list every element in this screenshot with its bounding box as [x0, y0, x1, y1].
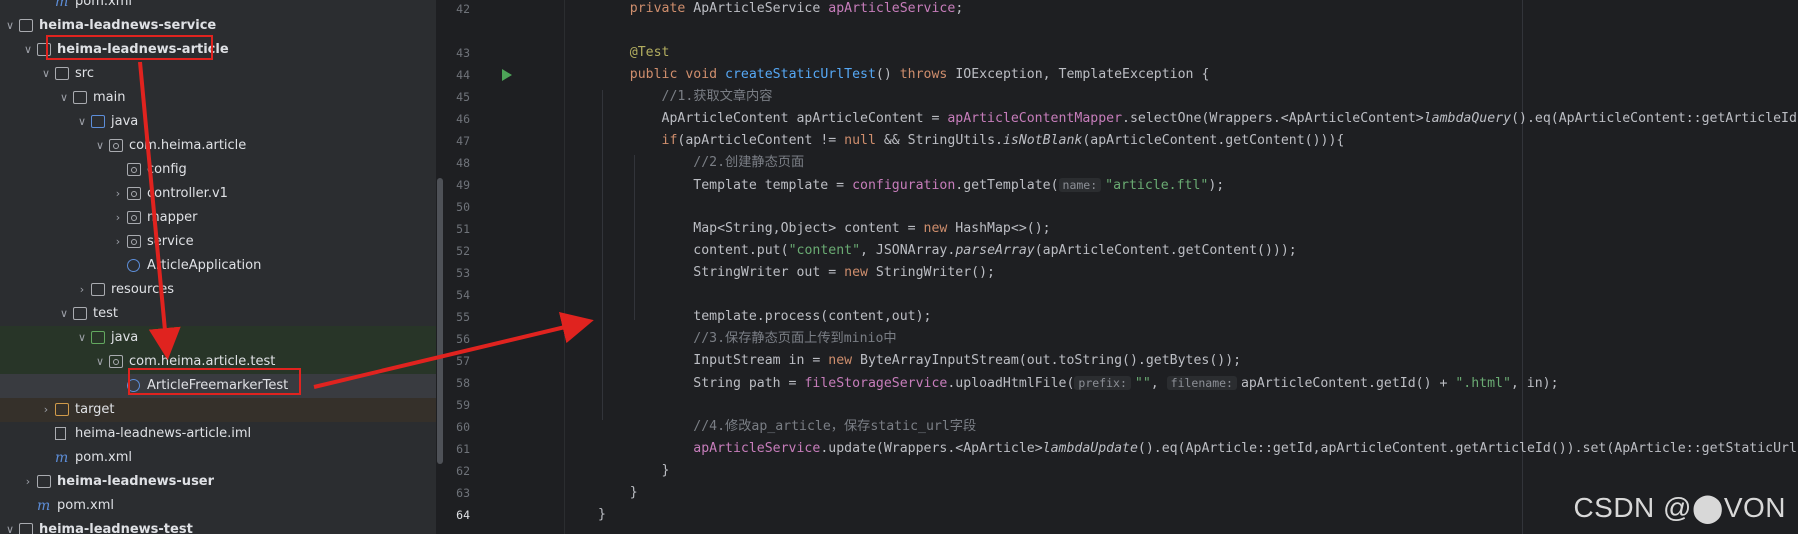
watermark: CSDN @⬤VON — [1573, 492, 1786, 523]
annotation-arrows — [138, 61, 594, 389]
arrow-module-to-test — [138, 61, 181, 360]
arrow-test-to-code — [313, 312, 594, 389]
